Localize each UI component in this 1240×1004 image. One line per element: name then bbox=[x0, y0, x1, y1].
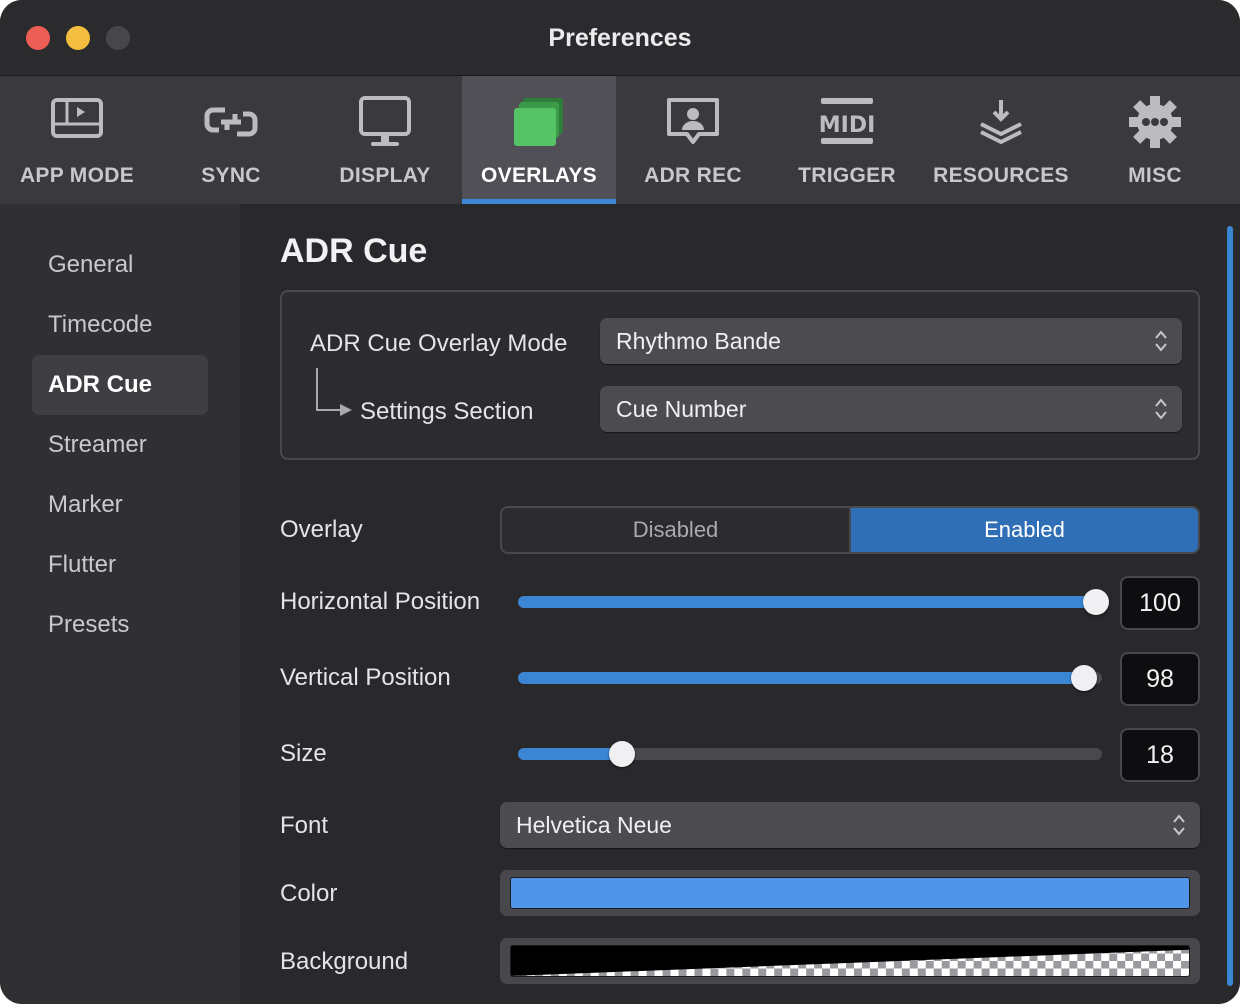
overlays-icon bbox=[514, 98, 563, 146]
overlay-segmented-control: Disabled Enabled bbox=[500, 506, 1200, 554]
tab-overlays[interactable]: OVERLAYS bbox=[462, 76, 616, 204]
overlay-mode-value: Rhythmo Bande bbox=[616, 328, 781, 354]
size-slider[interactable] bbox=[518, 741, 1102, 767]
window-title: Preferences bbox=[548, 24, 692, 52]
display-icon bbox=[359, 96, 411, 146]
resources-icon bbox=[980, 100, 1022, 144]
tab-adr-rec[interactable]: ADR REC bbox=[616, 76, 770, 204]
sidebar-item-adr-cue[interactable]: ADR Cue bbox=[32, 355, 208, 415]
settings-section-label: Settings Section bbox=[360, 398, 534, 425]
chevron-updown-icon bbox=[1155, 398, 1167, 420]
sidebar-item-presets[interactable]: Presets bbox=[32, 595, 208, 655]
slider-fill bbox=[518, 596, 1096, 608]
adr-rec-icon bbox=[667, 98, 719, 144]
tab-display[interactable]: DISPLAY bbox=[308, 76, 462, 204]
sidebar-item-streamer[interactable]: Streamer bbox=[32, 415, 208, 475]
overlay-label: Overlay bbox=[280, 516, 363, 543]
settings-section-value: Cue Number bbox=[616, 396, 747, 422]
slider-knob[interactable] bbox=[1083, 589, 1109, 615]
tab-label: RESOURCES bbox=[933, 164, 1069, 187]
vertical-position-field[interactable]: 98 bbox=[1120, 652, 1200, 706]
overlay-enabled-option[interactable]: Enabled bbox=[851, 508, 1198, 552]
sidebar-item-timecode[interactable]: Timecode bbox=[32, 295, 208, 355]
midi-icon: MIDI bbox=[819, 98, 876, 144]
vertical-position-slider[interactable] bbox=[518, 665, 1102, 691]
overlay-disabled-option[interactable]: Disabled bbox=[502, 508, 851, 552]
horizontal-position-field[interactable]: 100 bbox=[1120, 576, 1200, 630]
font-value: Helvetica Neue bbox=[516, 812, 672, 838]
arrow-connector-icon bbox=[316, 368, 352, 416]
color-well[interactable] bbox=[500, 870, 1200, 916]
tab-sync[interactable]: SYNC bbox=[154, 76, 308, 204]
sidebar-item-flutter[interactable]: Flutter bbox=[32, 535, 208, 595]
overlay-mode-select[interactable]: Rhythmo Bande bbox=[600, 318, 1182, 364]
overlay-mode-label: ADR Cue Overlay Mode bbox=[310, 330, 568, 357]
background-color-well[interactable] bbox=[500, 938, 1200, 984]
tab-misc[interactable]: MISC bbox=[1078, 76, 1232, 204]
slider-fill bbox=[518, 672, 1084, 684]
tab-label: TRIGGER bbox=[798, 164, 896, 187]
settings-pane: ADR Cue ADR Cue Overlay Mode Rhythmo Ban… bbox=[240, 204, 1240, 1004]
app-mode-icon bbox=[51, 98, 103, 138]
page-title: ADR Cue bbox=[280, 232, 428, 270]
sidebar: General Timecode ADR Cue Streamer Marker… bbox=[0, 204, 240, 1004]
tab-label: APP MODE bbox=[19, 164, 135, 187]
preferences-toolbar: APP MODE SYNC DISPLAY OVERLAYS ADR REC M… bbox=[0, 76, 1240, 204]
background-swatch bbox=[510, 945, 1190, 977]
preferences-window: Preferences APP MODE SYNC DISPLAY OVERLA… bbox=[0, 0, 1240, 1004]
settings-section-select[interactable]: Cue Number bbox=[600, 386, 1182, 432]
slider-knob[interactable] bbox=[1071, 665, 1097, 691]
vertical-position-label: Vertical Position bbox=[280, 664, 451, 691]
vertical-scrollbar[interactable] bbox=[1227, 226, 1233, 986]
horizontal-position-label: Horizontal Position bbox=[280, 588, 481, 615]
tab-label: SYNC bbox=[201, 164, 261, 187]
color-label: Color bbox=[280, 880, 338, 907]
tab-app-mode[interactable]: APP MODE bbox=[0, 76, 154, 204]
size-label: Size bbox=[280, 740, 327, 767]
background-label: Background bbox=[280, 948, 409, 975]
tab-label: OVERLAYS bbox=[481, 164, 597, 187]
tab-resources[interactable]: RESOURCES bbox=[924, 76, 1078, 204]
horizontal-position-slider[interactable] bbox=[518, 589, 1109, 615]
sidebar-item-general[interactable]: General bbox=[32, 235, 208, 295]
sidebar-item-marker[interactable]: Marker bbox=[32, 475, 208, 535]
overlay-mode-group: ADR Cue Overlay Mode Rhythmo Bande Setti… bbox=[280, 290, 1200, 460]
color-swatch bbox=[510, 877, 1190, 909]
chevron-updown-icon bbox=[1173, 814, 1185, 836]
sync-icon bbox=[204, 107, 258, 137]
font-select[interactable]: Helvetica Neue bbox=[500, 802, 1200, 848]
size-field[interactable]: 18 bbox=[1120, 728, 1200, 782]
gear-icon bbox=[1129, 96, 1181, 148]
tab-trigger[interactable]: MIDI TRIGGER bbox=[770, 76, 924, 204]
svg-text:MIDI: MIDI bbox=[819, 113, 876, 138]
tab-label: DISPLAY bbox=[339, 164, 431, 187]
tab-label: ADR REC bbox=[644, 164, 742, 187]
slider-fill bbox=[518, 748, 622, 760]
chevron-updown-icon bbox=[1155, 330, 1167, 352]
title-bar: Preferences bbox=[0, 0, 1240, 76]
tab-label: MISC bbox=[1128, 164, 1182, 187]
font-label: Font bbox=[280, 812, 329, 839]
slider-knob[interactable] bbox=[609, 741, 635, 767]
